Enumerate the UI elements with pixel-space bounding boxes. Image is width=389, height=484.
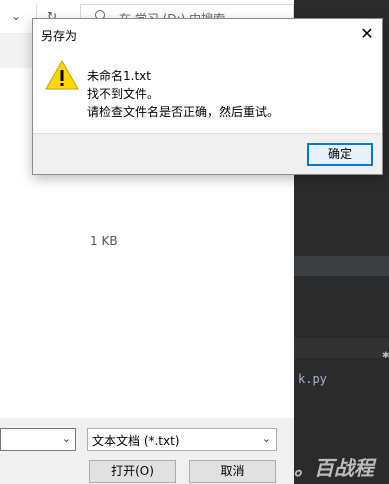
- editor-file-text: k.py: [298, 372, 327, 386]
- cancel-button[interactable]: 取消: [189, 460, 276, 483]
- open-button[interactable]: 打开(O): [89, 460, 176, 483]
- gear-icon[interactable]: ✱: [382, 351, 389, 361]
- ok-button[interactable]: 确定: [307, 143, 373, 166]
- dialog-footer: 确定: [33, 133, 382, 174]
- warning-icon: [45, 59, 79, 90]
- watermark-logo: 。百战程: [294, 456, 374, 480]
- file-type-select[interactable]: 文本文档 (*.txt) ⌄: [87, 428, 277, 451]
- filename-field[interactable]: ⌄: [0, 428, 76, 451]
- chevron-down-icon[interactable]: ⌄: [6, 6, 26, 26]
- file-type-value: 文本文档 (*.txt): [92, 434, 180, 448]
- dialog-filename: 未命名1.txt: [87, 69, 151, 83]
- dialog-message: 找不到文件。: [87, 87, 160, 101]
- file-size: 1 KB: [90, 234, 118, 248]
- chevron-down-icon[interactable]: ⌄: [62, 432, 71, 445]
- editor-panel-strip: [294, 338, 389, 358]
- editor-panel-strip: [294, 256, 389, 276]
- error-dialog: 另存为 ✕ 未命名1.txt 找不到文件。 请检查文件名是否正确，然后重试。 确…: [32, 18, 383, 175]
- dialog-hint: 请检查文件名是否正确，然后重试。: [87, 105, 280, 119]
- chevron-down-icon: ⌄: [261, 432, 271, 445]
- save-options-bar: ⌄ 文本文档 (*.txt) ⌄ 打开(O) 取消: [0, 418, 294, 484]
- close-icon[interactable]: ✕: [352, 19, 382, 49]
- dialog-title: 另存为: [41, 29, 78, 43]
